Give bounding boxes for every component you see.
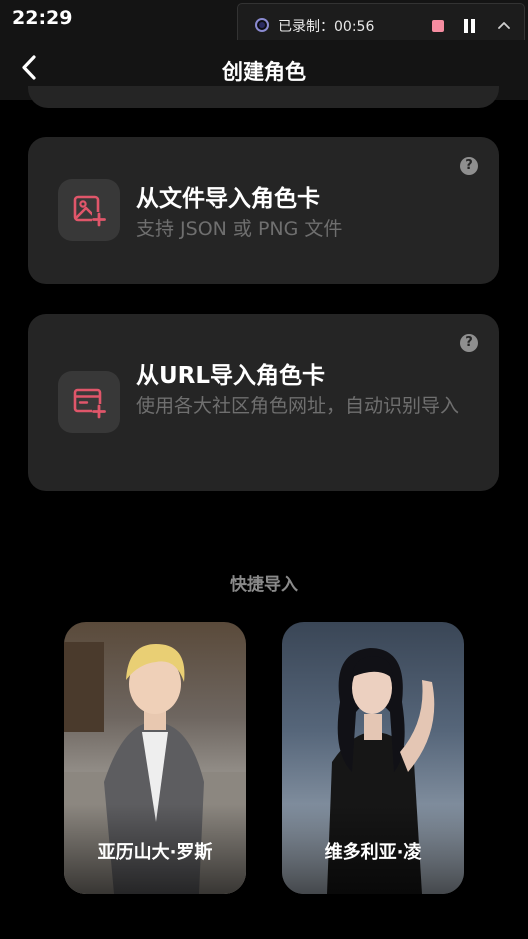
card-description: 使用各大社区角色网址，自动识别导入 (136, 395, 460, 417)
quick-import-heading: 快捷导入 (230, 575, 298, 595)
status-time: 22:29 (12, 7, 73, 29)
card-title: 从文件导入角色卡 (136, 186, 320, 212)
character-card[interactable]: 亚历山大·罗斯 (64, 622, 246, 894)
page-title: 创建角色 (222, 60, 306, 84)
help-icon[interactable]: ? (460, 157, 478, 175)
browser-add-icon (58, 371, 120, 433)
recording-indicator-icon (255, 18, 269, 32)
pause-recording-icon[interactable] (464, 19, 476, 33)
help-icon[interactable]: ? (460, 334, 478, 352)
import-from-url-card[interactable]: 从URL导入角色卡 使用各大社区角色网址，自动识别导入 ? (28, 314, 499, 491)
previous-card-edge (28, 86, 499, 108)
character-card[interactable]: 维多利亚·凌 (282, 622, 464, 894)
chevron-up-icon[interactable] (495, 17, 513, 35)
recording-time-label: 已录制：00:56 (278, 19, 375, 35)
stop-recording-icon[interactable] (432, 20, 444, 32)
import-from-file-card[interactable]: 从文件导入角色卡 支持 JSON 或 PNG 文件 ? (28, 137, 499, 284)
character-name: 亚历山大·罗斯 (97, 842, 213, 863)
card-title: 从URL导入角色卡 (136, 363, 326, 389)
character-name: 维多利亚·凌 (324, 842, 422, 863)
card-description: 支持 JSON 或 PNG 文件 (136, 218, 343, 240)
image-add-icon (58, 179, 120, 241)
